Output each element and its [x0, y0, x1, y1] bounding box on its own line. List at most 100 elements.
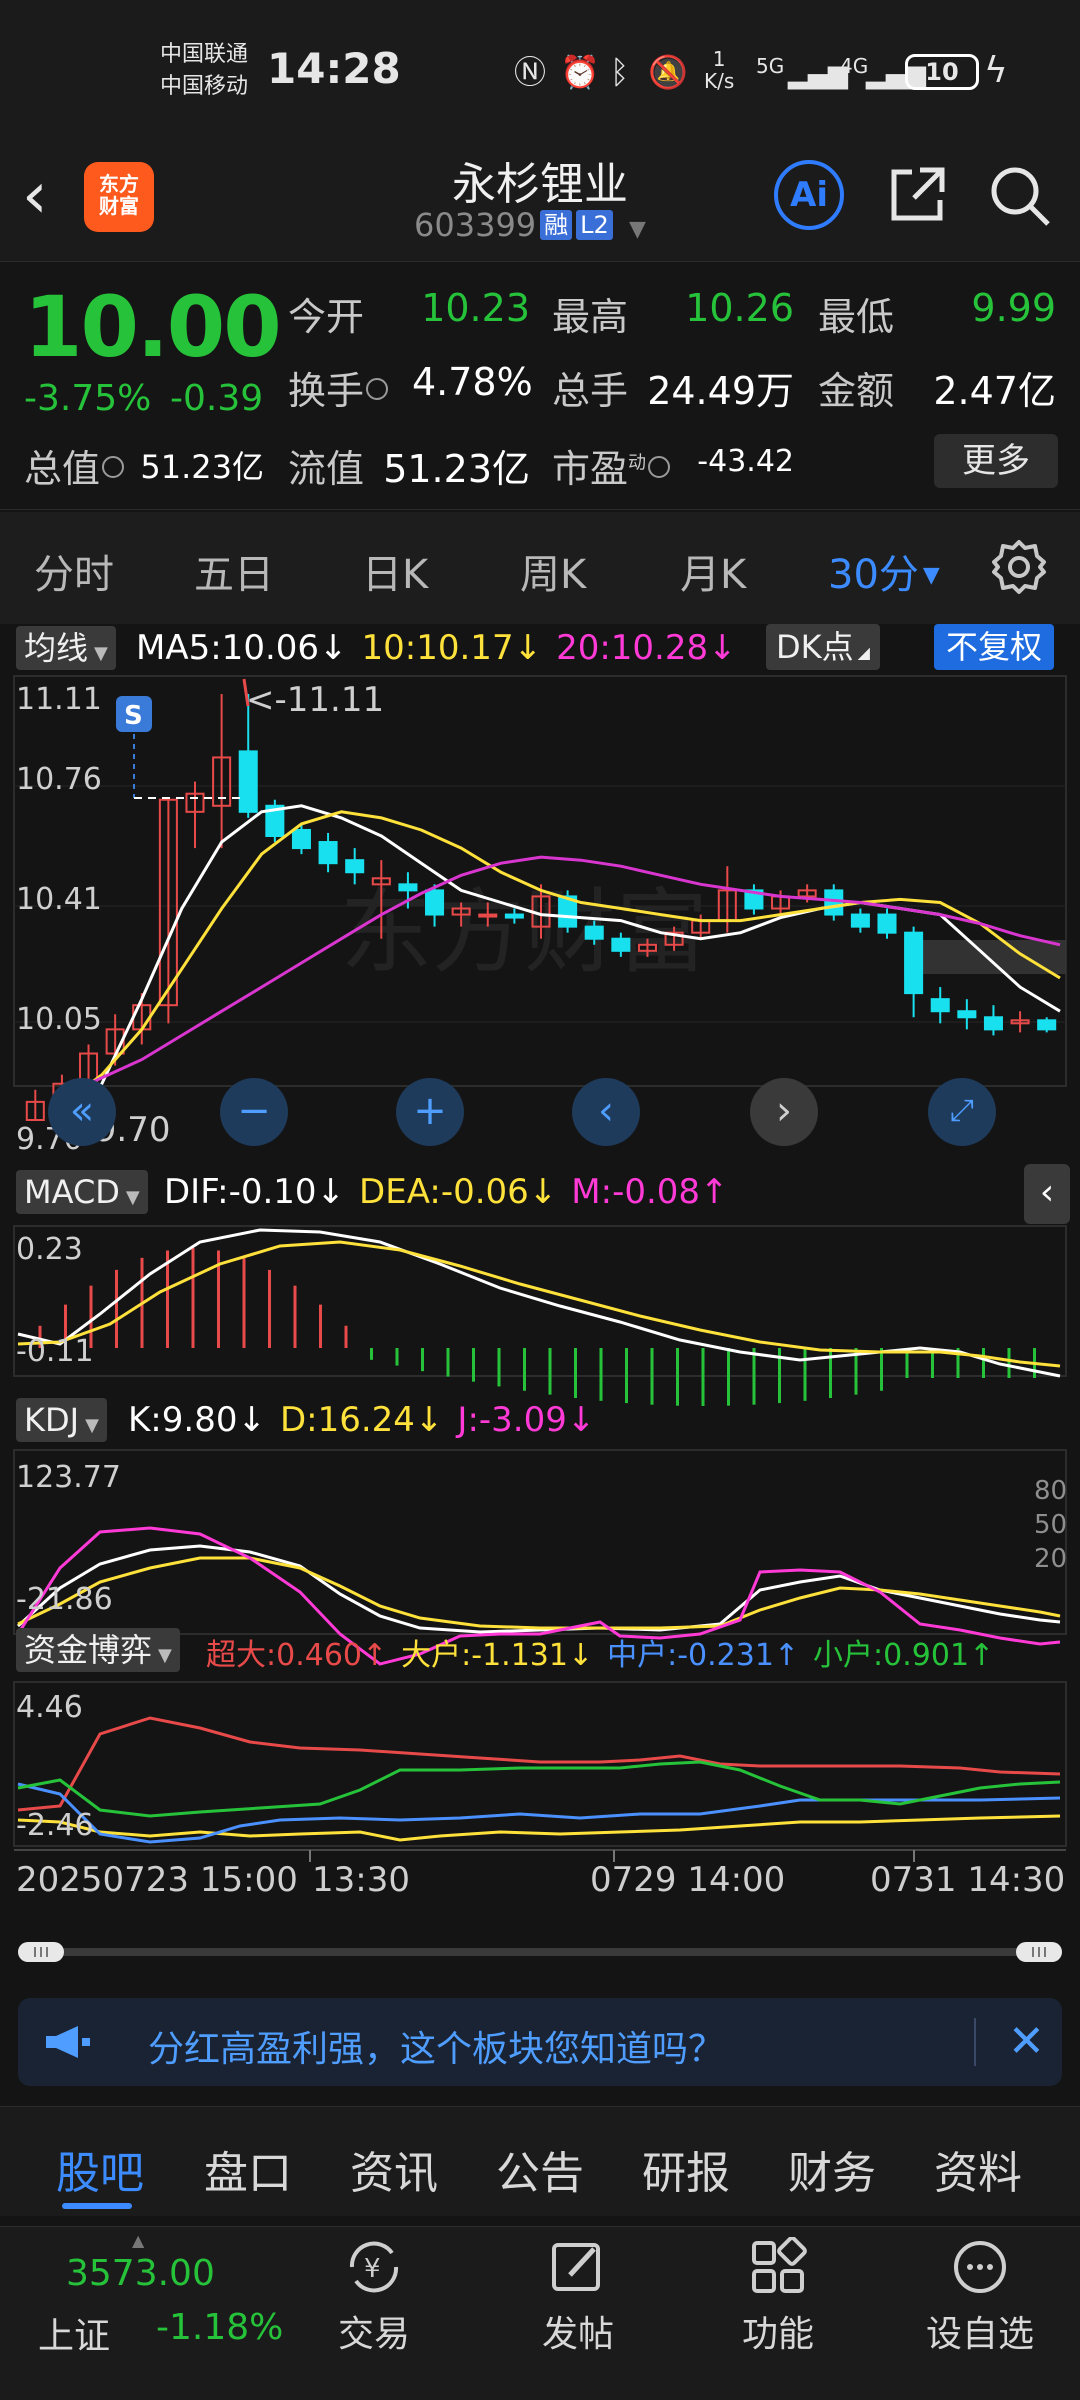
- adjust-mode-button[interactable]: 不复权: [934, 624, 1055, 670]
- scroll-right-button[interactable]: ›: [750, 1078, 818, 1146]
- scroll-start-button[interactable]: «: [48, 1078, 116, 1146]
- level2-tag: L2: [576, 210, 613, 240]
- low-value: 9.99: [971, 286, 1056, 330]
- tab-news[interactable]: 资讯: [350, 2137, 438, 2201]
- x-tick-1: 20250723 15:00: [16, 1860, 298, 1900]
- quote-panel: 10.00 -3.75% -0.39 今开 10.23 最高 10.26 最低 …: [0, 262, 1080, 510]
- tab-30min[interactable]: 30分 ▼: [828, 542, 940, 600]
- fund-bottom: -2.46: [16, 1808, 94, 1843]
- index-change: -1.18%: [156, 2307, 284, 2348]
- kdj-k: K:9.80↓: [128, 1400, 266, 1440]
- kdj-bottom: -21.86: [16, 1582, 113, 1617]
- stock-code-row[interactable]: 603399 融 L2 ▼: [414, 206, 646, 244]
- post-button[interactable]: 发帖: [508, 2237, 648, 2357]
- watermark: 东方财富: [340, 879, 708, 986]
- active-tab-indicator: [62, 2203, 132, 2209]
- volume-label: 总手: [552, 369, 629, 413]
- macd-top: 0.23: [16, 1232, 83, 1267]
- collapse-indicator-button[interactable]: ‹: [1024, 1164, 1070, 1224]
- fullscreen-button[interactable]: ⤢: [928, 1078, 996, 1146]
- info-icon[interactable]: [366, 378, 389, 400]
- expand-up-icon[interactable]: ▲: [132, 2231, 144, 2250]
- more-button[interactable]: 更多: [934, 434, 1058, 488]
- gear-icon: [992, 540, 1046, 594]
- tab-research[interactable]: 研报: [642, 2137, 730, 2201]
- candle: [504, 913, 524, 919]
- tab-monthly-k[interactable]: 月K: [680, 542, 746, 600]
- search-button[interactable]: [988, 164, 1052, 232]
- fund-small: 小户:0.901↑: [813, 1638, 995, 1673]
- tab-finance[interactable]: 财务: [788, 2137, 876, 2201]
- search-icon: [991, 167, 1050, 226]
- fund-selector[interactable]: 资金博弈 ▼: [16, 1628, 180, 1672]
- tab-profile[interactable]: 资料: [934, 2137, 1022, 2201]
- functions-button[interactable]: 功能: [708, 2237, 848, 2357]
- candle: [478, 913, 498, 918]
- macd-selector[interactable]: MACD ▼: [16, 1170, 148, 1214]
- pe-value: -43.42: [697, 444, 794, 479]
- kdj-j: J:-3.09↓: [457, 1400, 596, 1440]
- range-scroller[interactable]: [18, 1942, 1062, 1962]
- kdj-selector[interactable]: KDJ ▼: [16, 1398, 107, 1442]
- y-tick-3: 10.41: [16, 882, 102, 917]
- chart-area[interactable]: 东方财富 S 均线 ▼ MA5:10.06↓ 10:10.17↓ 20:10.2…: [0, 624, 1080, 1934]
- candle: [584, 925, 604, 940]
- chart-settings-button[interactable]: [990, 538, 1048, 600]
- tab-announcements[interactable]: 公告: [496, 2137, 584, 2201]
- clock: 14:28: [267, 44, 401, 93]
- chart-canvas: 东方财富 S: [13, 675, 1067, 1862]
- trade-button[interactable]: ¥ 交易: [304, 2237, 444, 2357]
- kdj-legend: K:9.80↓ D:16.24↓ J:-3.09↓: [128, 1400, 609, 1440]
- megaphone-icon: [46, 2026, 90, 2058]
- zoom-out-button[interactable]: −: [220, 1078, 288, 1146]
- status-bar: 中国联通 中国移动 14:28 Ⓝ ⏰ ᛒ 🔕 1 K/s 5G ▂▄▆ 4G …: [0, 0, 1080, 140]
- signal-bars-icon: ▂▄▆: [788, 60, 848, 90]
- add-watchlist-button[interactable]: 设自选: [910, 2237, 1050, 2357]
- open-value: 10.23: [421, 286, 530, 330]
- promo-banner[interactable]: 分红高盈利强，这个板块您知道吗？ ✕: [18, 1998, 1062, 2086]
- signal-5g-icon: 5G: [756, 54, 785, 78]
- kdj-20: 20: [1034, 1544, 1068, 1574]
- net-speed: 1 K/s: [704, 47, 735, 93]
- fund-super-line: [17, 1716, 1061, 1812]
- tab-guba[interactable]: 股吧: [56, 2137, 144, 2201]
- candle: [904, 931, 924, 995]
- signal-4g-icon: 4G: [840, 54, 869, 78]
- close-icon[interactable]: ✕: [1008, 2016, 1045, 2067]
- ma10-value: 10:10.17↓: [361, 628, 543, 668]
- tab-daily-k[interactable]: 日K: [362, 542, 428, 600]
- kdj-top: 123.77: [16, 1460, 121, 1495]
- period-tabs: 分时 五日 日K 周K 月K 30分 ▼: [0, 512, 1080, 624]
- mute-icon: 🔕: [648, 53, 688, 91]
- x-tick-4: 0731 14:30: [870, 1860, 1066, 1900]
- pe-label: 市盈动: [552, 438, 671, 493]
- share-button[interactable]: [886, 164, 948, 230]
- kdj-50: 50: [1034, 1510, 1068, 1540]
- low-label: 最低: [818, 295, 895, 339]
- fund-top: 4.46: [16, 1690, 83, 1725]
- zoom-in-button[interactable]: +: [396, 1078, 464, 1146]
- ma-legend: MA5:10.06↓ 10:10.17↓ 20:10.28↓: [136, 628, 751, 668]
- macd-bottom: -0.11: [16, 1334, 94, 1369]
- stock-header: ‹ 东方 财富 永杉锂业 603399 融 L2 ▼ Ai: [0, 140, 1080, 262]
- candle: [930, 998, 950, 1013]
- tab-five-day[interactable]: 五日: [194, 542, 274, 600]
- tab-weekly-k[interactable]: 周K: [520, 542, 586, 600]
- tab-pankou[interactable]: 盘口: [204, 2137, 292, 2201]
- chevron-down-icon: ▼: [922, 563, 940, 588]
- info-icon[interactable]: [648, 456, 671, 478]
- chevron-down-icon: ▼: [628, 217, 646, 242]
- y-tick-4: 10.05: [16, 1002, 102, 1037]
- dk-point-button[interactable]: DK点 ◢: [766, 624, 880, 670]
- ma-selector[interactable]: 均线 ▼: [16, 626, 116, 670]
- tab-intraday[interactable]: 分时: [34, 542, 114, 600]
- index-value[interactable]: 3573.00: [66, 2253, 215, 2294]
- ai-assistant-button[interactable]: Ai: [774, 160, 844, 230]
- kdj-d: D:16.24↓: [279, 1400, 444, 1440]
- turnover-label: 换手: [288, 360, 389, 415]
- x-tick-2: 13:30: [312, 1860, 410, 1900]
- promo-text: 分红高盈利强，这个板块您知道吗？: [148, 2029, 725, 2070]
- scroll-left-button[interactable]: ‹: [572, 1078, 640, 1146]
- macd-m: M:-0.08↑: [571, 1172, 729, 1212]
- info-icon[interactable]: [102, 456, 125, 478]
